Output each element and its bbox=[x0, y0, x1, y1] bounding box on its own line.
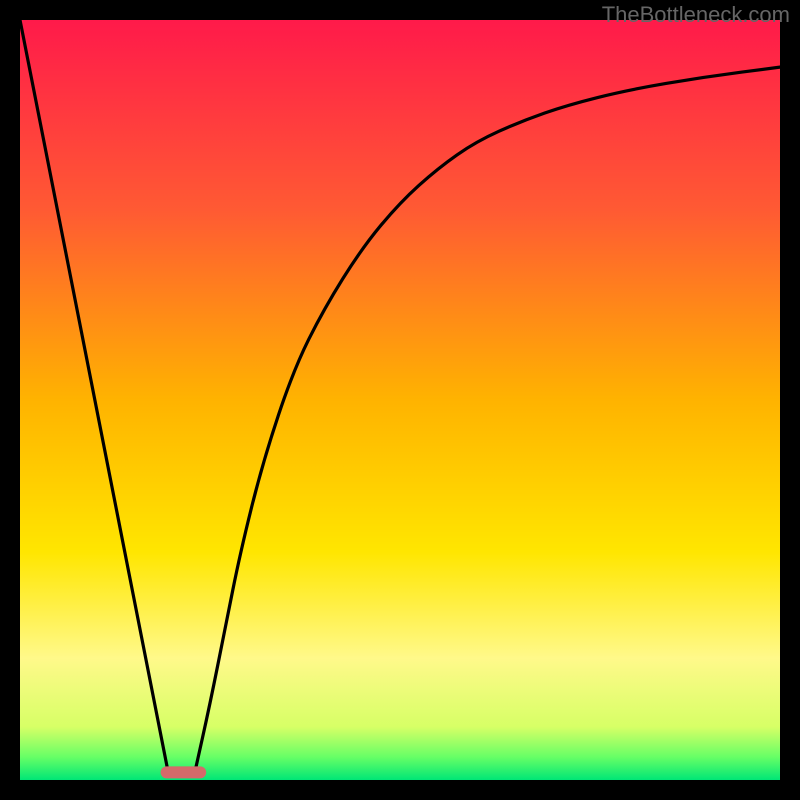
chart-frame: TheBottleneck.com bbox=[0, 0, 800, 800]
marker-group bbox=[161, 766, 207, 778]
min-marker bbox=[161, 766, 207, 778]
chart-svg bbox=[20, 20, 780, 780]
plot-area bbox=[20, 20, 780, 780]
gradient-background bbox=[20, 20, 780, 780]
watermark-text: TheBottleneck.com bbox=[602, 2, 790, 28]
